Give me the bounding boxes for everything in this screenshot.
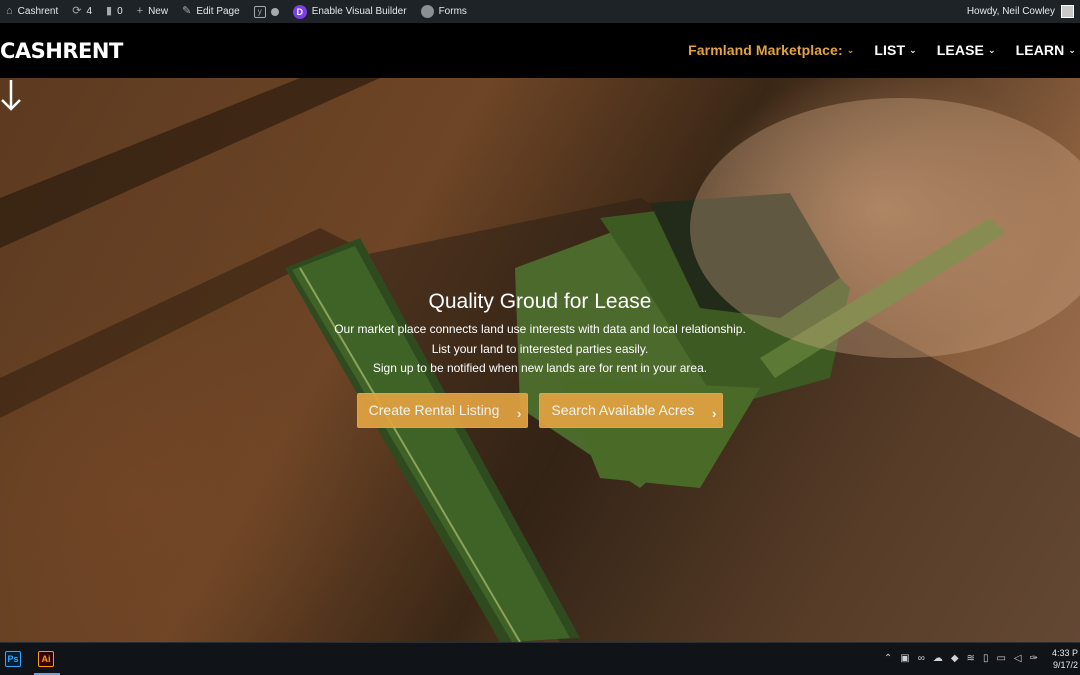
photoshop-taskbar-icon[interactable]: Ps bbox=[5, 651, 21, 667]
visual-builder-label: Enable Visual Builder bbox=[311, 6, 407, 17]
clock-time: 4:33 P bbox=[1051, 648, 1078, 658]
app-tray-icon[interactable]: ▣ bbox=[900, 653, 909, 664]
chevron-right-icon: › bbox=[517, 405, 522, 421]
avatar bbox=[1061, 5, 1074, 18]
nav-learn[interactable]: LEARN ⌄ bbox=[1016, 42, 1076, 58]
button-label: Search Available Acres bbox=[551, 402, 695, 418]
chevron-down-icon: ⌄ bbox=[909, 44, 917, 55]
divi-icon: D bbox=[292, 4, 307, 19]
seo-status-dot-icon bbox=[270, 7, 279, 16]
edit-page-label: Edit Page bbox=[196, 6, 240, 17]
hero-subtitle-line: Our market place connects land use inter… bbox=[334, 322, 746, 336]
refresh-icon: ⟳ bbox=[72, 5, 82, 17]
site-header: CASHRENT Farmland Marketplace: ⌄ LIST ⌄ … bbox=[0, 23, 1080, 78]
chevron-down-icon: ⌄ bbox=[846, 44, 855, 55]
nav-label: LEARN bbox=[1015, 42, 1065, 58]
yoast-icon: y bbox=[253, 5, 266, 18]
comments-link[interactable]: ▮ 0 bbox=[106, 5, 123, 18]
os-taskbar: Ps Ai ⌃ ▣ ∞ ☁ ◆ ≋ ▯ ▭ ◁ ✑ 4:33 P 9/17/2 bbox=[0, 642, 1080, 675]
comments-count: 0 bbox=[117, 6, 123, 17]
hero-content: Quality Groud for Lease Our market place… bbox=[0, 290, 1080, 428]
main-nav: Farmland Marketplace: ⌄ LIST ⌄ LEASE ⌄ L… bbox=[688, 42, 1076, 58]
site-logo[interactable]: CASHRENT bbox=[0, 39, 123, 63]
chevron-down-icon: ⌄ bbox=[987, 44, 996, 55]
clock-date: 9/17/2 bbox=[1052, 660, 1078, 670]
new-content-link[interactable]: + New bbox=[136, 5, 169, 18]
visual-builder-link[interactable]: D Enable Visual Builder bbox=[292, 4, 407, 19]
site-name-label: Cashrent bbox=[17, 6, 59, 17]
yoast-menu[interactable]: y bbox=[253, 5, 279, 18]
volume-icon[interactable]: ◁ bbox=[1014, 653, 1022, 664]
forms-label: Forms bbox=[438, 6, 467, 17]
illustrator-taskbar-icon[interactable]: Ai bbox=[38, 651, 54, 667]
taskbar-clock[interactable]: 4:33 P 9/17/2 bbox=[1040, 647, 1078, 671]
new-label: New bbox=[148, 6, 169, 17]
display-icon[interactable]: ▭ bbox=[996, 653, 1005, 664]
site-name-link[interactable]: ⌂ Cashrent bbox=[6, 5, 59, 18]
search-available-acres-button[interactable]: Search Available Acres › bbox=[539, 392, 724, 428]
wp-admin-bar: ⌂ Cashrent ⟳ 4 ▮ 0 + New ✎ Edit Page y D… bbox=[0, 0, 1080, 23]
comment-icon: ▮ bbox=[106, 5, 113, 17]
howdy-label: Howdy, Neil Cowley bbox=[966, 6, 1055, 17]
wifi-icon[interactable]: ≋ bbox=[967, 653, 975, 664]
forms-icon bbox=[420, 5, 434, 18]
pen-icon[interactable]: ✑ bbox=[1030, 653, 1038, 664]
button-label: Create Rental Listing bbox=[368, 402, 500, 418]
nav-lease[interactable]: LEASE ⌄ bbox=[937, 42, 996, 58]
dropbox-icon[interactable]: ◆ bbox=[951, 653, 959, 664]
hero-subtitle-line: List your land to interested parties eas… bbox=[431, 341, 649, 356]
nav-label: LIST bbox=[874, 42, 906, 58]
pencil-icon: ✎ bbox=[182, 5, 192, 17]
updates-count: 4 bbox=[86, 6, 93, 17]
hero-subtitle-line: Sign up to be notified when new lands ar… bbox=[372, 361, 708, 375]
chevron-right-icon: › bbox=[712, 405, 717, 421]
chevron-down-icon: ⌄ bbox=[1068, 44, 1076, 55]
link-icon[interactable]: ∞ bbox=[918, 653, 925, 664]
chevron-up-icon[interactable]: ⌃ bbox=[884, 653, 892, 664]
updates-link[interactable]: ⟳ 4 bbox=[72, 5, 93, 18]
hero-buttons: Create Rental Listing › Search Available… bbox=[0, 392, 1080, 428]
nav-list[interactable]: LIST ⌄ bbox=[874, 42, 916, 58]
nav-label: LEASE bbox=[936, 42, 984, 58]
hero-title: Quality Groud for Lease bbox=[428, 290, 652, 313]
edit-page-link[interactable]: ✎ Edit Page bbox=[182, 5, 240, 18]
nav-label: Farmland Marketplace: bbox=[688, 42, 843, 58]
create-rental-listing-button[interactable]: Create Rental Listing › bbox=[356, 392, 529, 428]
hero-section: Quality Groud for Lease Our market place… bbox=[0, 78, 1080, 642]
plus-icon: + bbox=[136, 5, 144, 17]
battery-icon[interactable]: ▯ bbox=[983, 653, 989, 664]
account-menu[interactable]: Howdy, Neil Cowley bbox=[967, 5, 1074, 18]
forms-link[interactable]: Forms bbox=[420, 5, 467, 18]
home-icon: ⌂ bbox=[6, 5, 13, 17]
system-tray: ⌃ ▣ ∞ ☁ ◆ ≋ ▯ ▭ ◁ ✑ bbox=[884, 653, 1038, 664]
nav-farmland-marketplace[interactable]: Farmland Marketplace: ⌄ bbox=[688, 42, 854, 58]
arrow-down-icon[interactable] bbox=[0, 78, 22, 112]
cloud-icon[interactable]: ☁ bbox=[933, 653, 943, 664]
